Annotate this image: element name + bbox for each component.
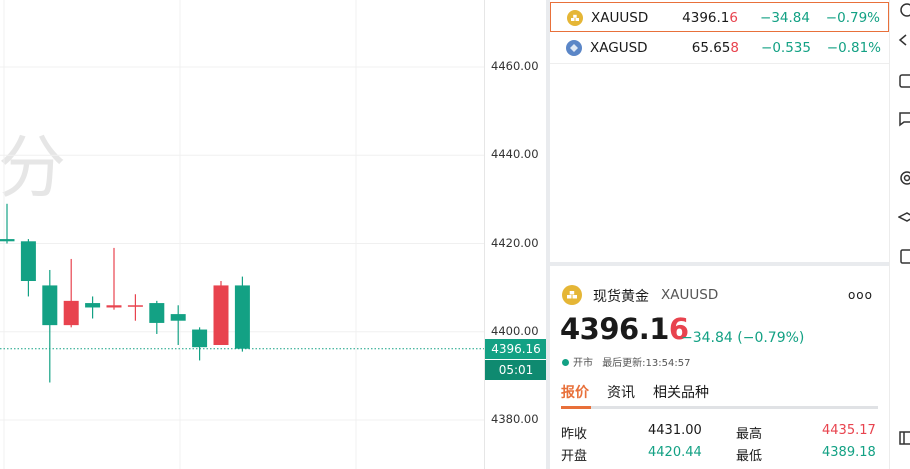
silver-icon	[566, 40, 582, 56]
tab-quote[interactable]: 报价	[561, 382, 589, 402]
countdown-tag: 05:01	[485, 360, 547, 380]
gold-icon	[567, 10, 583, 26]
y-tick-label: 4400.00	[491, 323, 539, 338]
stat-value: 4389.18	[822, 445, 876, 460]
calculator-icon[interactable]	[898, 248, 910, 264]
candlestick-chart[interactable]: 分	[0, 0, 484, 469]
collapse-panel-icon[interactable]	[898, 430, 910, 446]
y-tick-label: 4440.00	[491, 147, 539, 162]
right-toolbar	[889, 0, 910, 469]
y-tick-label: 4420.00	[491, 235, 539, 250]
candle-body	[149, 303, 165, 323]
stat-value: 4435.17	[822, 423, 876, 438]
tab-news[interactable]: 资讯	[607, 382, 635, 402]
y-tick-label: 4460.00	[491, 59, 539, 73]
candle-body	[20, 241, 36, 282]
symbol: XAGUSD	[590, 40, 648, 56]
candle-body	[85, 303, 101, 308]
change: −0.535	[761, 40, 811, 56]
candle-body	[0, 239, 15, 242]
candle-body	[106, 305, 122, 308]
stat-label: 最低	[736, 449, 763, 464]
price-change: −34.84 (−0.79%)	[681, 330, 805, 346]
change-percent: −0.81%	[826, 40, 881, 56]
price-axis: 4460.00 4440.00 4420.00 4400.00 4380.00 …	[484, 0, 547, 469]
watchlist-row-xauusd[interactable]: XAUUSD 4396.16 −34.84 −0.79%	[550, 2, 889, 32]
stat-value: 4420.44	[648, 445, 702, 460]
price: 65.658	[691, 40, 739, 56]
more-options-icon[interactable]: ooo	[848, 288, 873, 302]
candle-body	[234, 285, 250, 349]
stat-value: 4431.00	[648, 423, 702, 438]
watchlist: XAUUSD 4396.16 −34.84 −0.79% XAGUSD 65.6…	[550, 0, 889, 262]
current-price: 4396.16	[560, 312, 689, 346]
gold-icon	[562, 285, 582, 305]
candle-body	[63, 300, 79, 326]
current-price-tag: 4396.16	[485, 339, 547, 359]
y-tick-label: 4380.00	[491, 412, 539, 426]
change: −34.84	[760, 10, 810, 26]
instrument-name: 现货黄金	[593, 289, 649, 305]
window-icon[interactable]	[898, 73, 910, 89]
stat-label: 最高	[736, 427, 763, 442]
candle-body	[42, 285, 58, 326]
graduation-icon[interactable]	[898, 210, 910, 226]
target-icon[interactable]	[898, 170, 910, 186]
tab-active-indicator	[561, 406, 591, 409]
candle-body	[192, 329, 208, 348]
change-percent: −0.79%	[825, 10, 880, 26]
alarm-icon[interactable]	[898, 2, 910, 18]
stat-label: 开盘	[561, 449, 588, 464]
chart-canvas[interactable]	[0, 0, 484, 469]
market-status: 开市 最后更新:13:54:57	[562, 354, 690, 369]
price: 4396.16	[682, 10, 738, 26]
candle-body	[127, 305, 143, 307]
tab-related[interactable]: 相关品种	[653, 382, 709, 402]
status-dot-icon	[562, 359, 569, 366]
draw-line-icon[interactable]	[898, 32, 910, 48]
stat-label: 昨收	[561, 427, 588, 442]
quote-detail-panel: 现货黄金 XAUUSD ooo 4396.16 −34.84 (−0.79%) …	[550, 266, 889, 469]
candle-body	[170, 314, 186, 321]
watchlist-row-xagusd[interactable]: XAGUSD 65.658 −0.535 −0.81%	[550, 33, 889, 64]
symbol: XAUUSD	[591, 10, 649, 26]
comment-icon[interactable]	[898, 111, 910, 127]
candle-body	[213, 285, 229, 345]
instrument-symbol: XAUUSD	[661, 287, 719, 303]
tab-track	[561, 406, 878, 409]
